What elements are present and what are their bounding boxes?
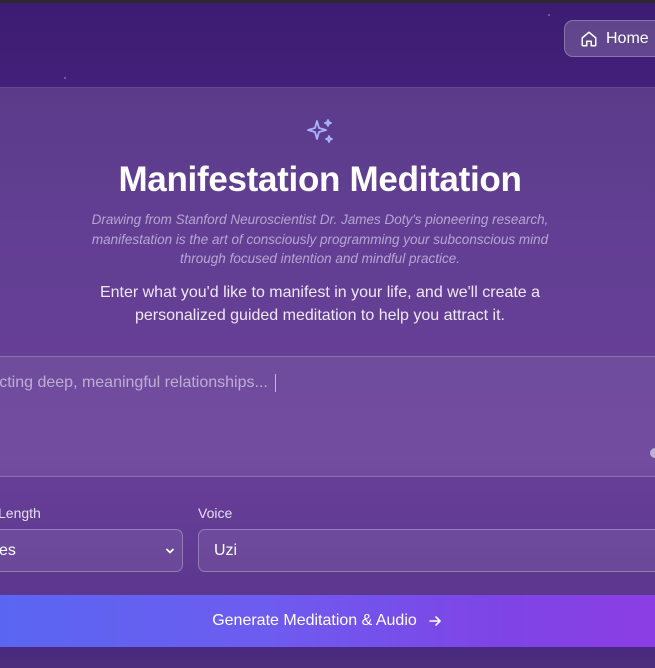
research-quote: Drawing from Stanford Neuroscientist Dr.… bbox=[91, 212, 549, 266]
window-bottom-border bbox=[0, 647, 655, 655]
length-selected-value: es bbox=[0, 541, 16, 559]
generate-meditation-button[interactable]: Generate Meditation & Audio bbox=[0, 595, 655, 647]
sparkles-icon bbox=[307, 119, 333, 143]
page-title: Manifestation Meditation bbox=[118, 160, 522, 199]
generate-button-label: Generate Meditation & Audio bbox=[212, 612, 417, 629]
arrow-right-icon bbox=[428, 616, 441, 626]
intention-placeholder: racting deep, meaningful relationships..… bbox=[0, 374, 268, 392]
background-star bbox=[548, 14, 550, 16]
window-top-border bbox=[0, 0, 655, 3]
home-button[interactable]: Home bbox=[564, 20, 655, 57]
home-button-label: Home bbox=[606, 29, 649, 47]
textarea-resize-handle[interactable] bbox=[650, 448, 655, 458]
intro-text: Enter what you'd like to manifest in you… bbox=[99, 284, 541, 324]
intention-textarea[interactable]: racting deep, meaningful relationships..… bbox=[0, 356, 655, 477]
voice-label: Voice bbox=[198, 505, 233, 521]
background-star bbox=[64, 77, 66, 79]
home-icon bbox=[581, 31, 597, 46]
length-select[interactable]: es bbox=[0, 529, 183, 572]
voice-selected-value: Uzi bbox=[214, 541, 238, 559]
voice-select[interactable]: Uzi bbox=[198, 529, 655, 572]
length-label: Length bbox=[0, 505, 41, 521]
chevron-down-icon bbox=[166, 548, 174, 554]
text-cursor bbox=[274, 374, 276, 392]
